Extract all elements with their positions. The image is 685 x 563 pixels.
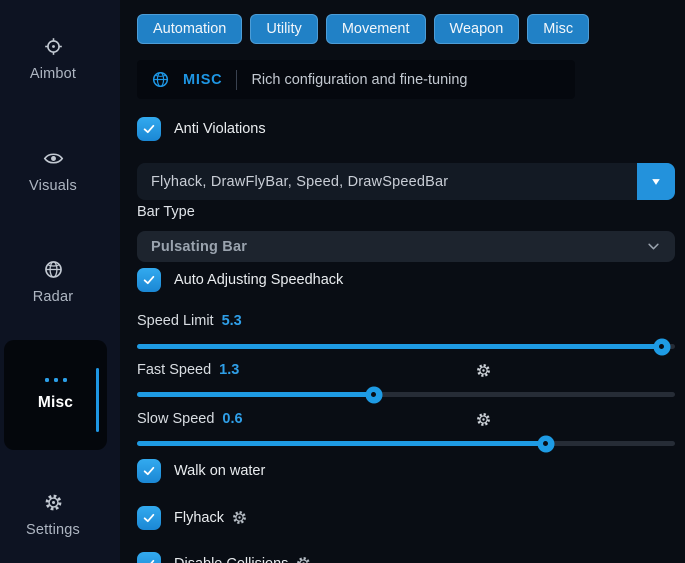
section-subtitle: Rich configuration and fine-tuning xyxy=(251,72,467,88)
slider-label: Slow Speed xyxy=(137,411,214,427)
sidebar-item-label: Visuals xyxy=(29,178,77,194)
disable-collisions-checkbox[interactable] xyxy=(137,552,161,563)
sidebar: Aimbot Visuals Radar Misc Settings xyxy=(0,0,120,563)
fast-speed-label-row: Fast Speed 1.3 xyxy=(137,362,239,379)
tab-movement[interactable]: Movement xyxy=(326,14,426,44)
crosshair-icon xyxy=(43,36,64,57)
main-panel: Automation Utility Movement Weapon Misc … xyxy=(120,0,685,563)
checkbox-label: Auto Adjusting Speedhack xyxy=(174,272,343,288)
slider-thumb[interactable] xyxy=(365,386,382,403)
checkbox-row-anti-violations: Anti Violations xyxy=(137,116,266,141)
check-icon xyxy=(142,557,156,563)
checkbox-row-auto-adjusting: Auto Adjusting Speedhack xyxy=(137,267,343,292)
section-title: MISC xyxy=(183,72,222,88)
active-indicator-bar xyxy=(96,368,100,432)
slider-value: 5.3 xyxy=(222,313,242,329)
slow-speed-label-row: Slow Speed 0.6 xyxy=(137,411,243,428)
select-value: Pulsating Bar xyxy=(151,239,247,255)
gear-icon[interactable] xyxy=(475,362,492,379)
sidebar-item-label: Radar xyxy=(33,289,74,305)
slider-label: Fast Speed xyxy=(137,362,211,378)
globe-icon xyxy=(151,70,170,89)
chevron-down-icon xyxy=(646,239,661,254)
section-header: MISC Rich configuration and fine-tuning xyxy=(137,60,575,99)
category-tabs: Automation Utility Movement Weapon Misc xyxy=(137,14,589,44)
tab-weapon[interactable]: Weapon xyxy=(434,14,520,44)
sidebar-item-label: Settings xyxy=(26,522,80,538)
sidebar-item-aimbot[interactable]: Aimbot xyxy=(0,36,106,82)
speed-limit-label-row: Speed Limit 5.3 xyxy=(137,313,242,330)
tab-utility[interactable]: Utility xyxy=(250,14,317,44)
globe-icon xyxy=(43,259,64,280)
slider-thumb[interactable] xyxy=(653,338,670,355)
ellipsis-icon xyxy=(45,378,67,382)
slider-fill xyxy=(137,441,546,446)
check-icon xyxy=(142,122,156,136)
gear-icon[interactable] xyxy=(475,411,492,428)
walk-on-water-checkbox[interactable] xyxy=(137,459,161,483)
bar-type-label: Bar Type xyxy=(137,204,195,220)
checkbox-label: Flyhack xyxy=(174,510,224,526)
tab-automation[interactable]: Automation xyxy=(137,14,242,44)
slow-speed-slider[interactable] xyxy=(137,441,675,446)
check-icon xyxy=(142,273,156,287)
gear-icon[interactable] xyxy=(295,555,312,563)
slider-fill xyxy=(137,344,662,349)
check-icon xyxy=(142,464,156,478)
sidebar-item-settings[interactable]: Settings xyxy=(0,492,106,538)
checkbox-label: Disable Collisions xyxy=(174,556,288,563)
slider-value: 1.3 xyxy=(219,362,239,378)
header-divider xyxy=(236,70,237,90)
anti-violations-checkbox[interactable] xyxy=(137,117,161,141)
multiselect-open-button[interactable] xyxy=(637,163,675,200)
checkbox-label: Walk on water xyxy=(174,463,265,479)
multiselect-value: Flyhack, DrawFlyBar, Speed, DrawSpeedBar xyxy=(137,174,637,190)
checkbox-row-walk-on-water: Walk on water xyxy=(137,458,265,483)
speed-limit-slider[interactable] xyxy=(137,344,675,349)
slider-thumb[interactable] xyxy=(537,435,554,452)
sidebar-item-misc-active[interactable]: Misc xyxy=(4,340,107,450)
sidebar-item-label: Misc xyxy=(38,394,73,412)
sidebar-item-radar[interactable]: Radar xyxy=(0,259,106,305)
slider-fill xyxy=(137,392,374,397)
checkbox-row-disable-collisions: Disable Collisions xyxy=(137,551,312,563)
bar-type-select[interactable]: Pulsating Bar xyxy=(137,231,675,262)
auto-adjusting-checkbox[interactable] xyxy=(137,268,161,292)
slider-value: 0.6 xyxy=(222,411,242,427)
gear-icon[interactable] xyxy=(231,509,248,526)
slider-label: Speed Limit xyxy=(137,313,214,329)
tab-misc[interactable]: Misc xyxy=(527,14,589,44)
checkbox-label: Anti Violations xyxy=(174,121,266,137)
fast-speed-slider[interactable] xyxy=(137,392,675,397)
sidebar-item-visuals[interactable]: Visuals xyxy=(0,148,106,194)
sidebar-item-label: Aimbot xyxy=(30,66,76,82)
checkbox-row-flyhack: Flyhack xyxy=(137,505,248,530)
bar-flags-multiselect[interactable]: Flyhack, DrawFlyBar, Speed, DrawSpeedBar xyxy=(137,163,675,200)
triangle-down-icon xyxy=(649,175,663,189)
flyhack-checkbox[interactable] xyxy=(137,506,161,530)
check-icon xyxy=(142,511,156,525)
eye-icon xyxy=(43,148,64,169)
gear-icon xyxy=(43,492,64,513)
